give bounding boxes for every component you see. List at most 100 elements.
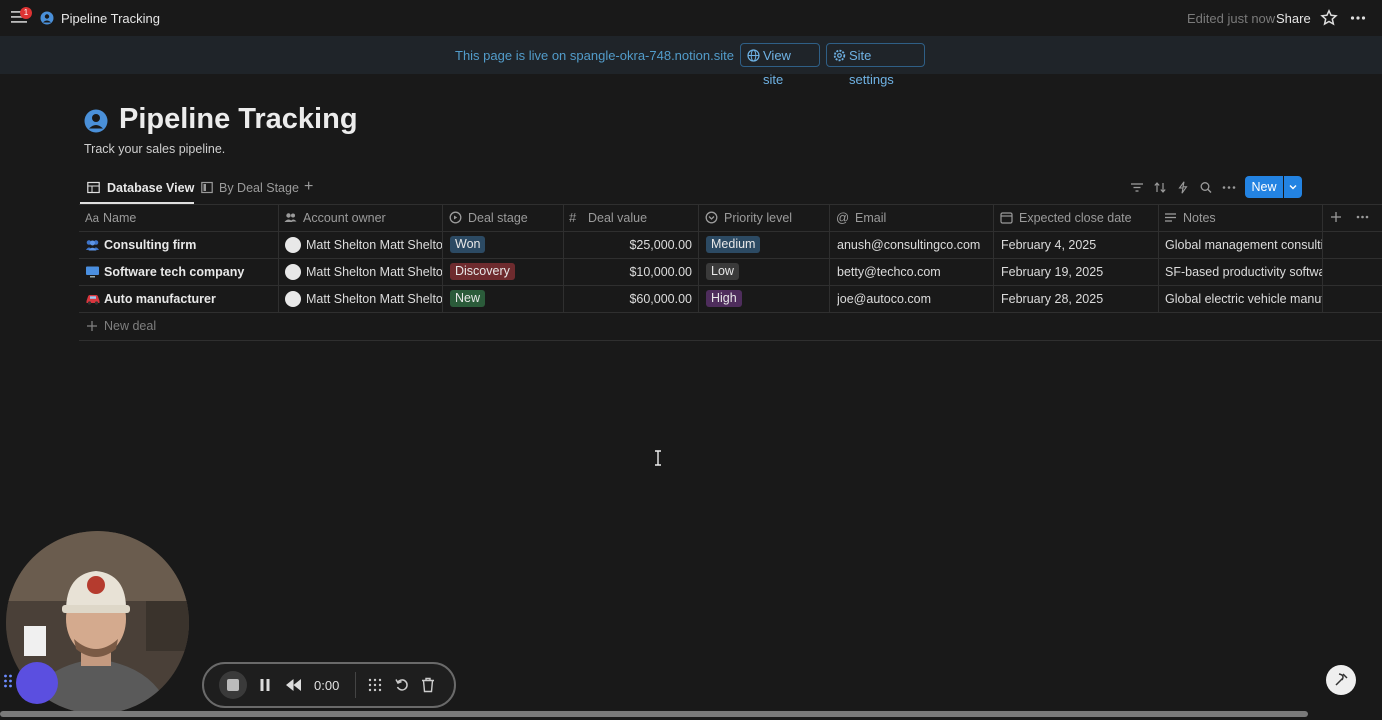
column-header-deal-value[interactable]: # Deal value	[569, 211, 647, 225]
column-divider	[698, 204, 699, 312]
account-owner[interactable]: Matt Shelton Matt Shelton	[306, 237, 442, 253]
column-header-priority-level[interactable]: Priority level	[705, 211, 792, 225]
filter-icon[interactable]	[1130, 181, 1144, 194]
deal-stage-tag[interactable]: Discovery	[450, 263, 515, 280]
number-hash-icon: #	[569, 210, 577, 225]
people-icon	[86, 240, 99, 251]
header-bottom-border	[79, 231, 1382, 232]
add-view-button[interactable]: +	[304, 178, 313, 196]
stop-button[interactable]	[219, 671, 247, 699]
share-button[interactable]: Share	[1276, 11, 1311, 26]
deal-stage-tag[interactable]: Won	[450, 236, 486, 253]
row-divider	[79, 258, 1382, 259]
page-title[interactable]: Pipeline Tracking	[119, 103, 358, 136]
help-button[interactable]	[1326, 665, 1356, 695]
deal-value[interactable]: $10,000.00	[570, 264, 692, 280]
move-grid-icon[interactable]	[368, 678, 382, 692]
at-sign-icon: @	[836, 210, 850, 225]
notes[interactable]: SF-based productivity software	[1165, 264, 1322, 280]
property-more-icon[interactable]	[1356, 212, 1369, 222]
notes[interactable]: Global electric vehicle manufacturer	[1165, 291, 1322, 307]
horizontal-scrollbar[interactable]	[0, 711, 1308, 717]
tab-by-deal-stage-label: By Deal Stage	[219, 181, 299, 195]
computer-icon	[86, 266, 99, 278]
column-header-notes[interactable]: Notes	[1164, 211, 1216, 225]
board-icon	[201, 181, 213, 194]
new-record-button[interactable]: New	[1245, 176, 1283, 198]
new-deal-label: New deal	[104, 319, 157, 333]
text-cursor-icon	[655, 450, 661, 466]
page-description[interactable]: Track your sales pipeline.	[84, 142, 225, 156]
site-live-text: This page is live on spangle-okra-748.no…	[455, 48, 734, 63]
priority-tag[interactable]: Medium	[706, 236, 761, 253]
priority-tag[interactable]: High	[706, 290, 742, 307]
table-icon	[87, 181, 100, 194]
globe-icon	[747, 49, 760, 62]
stop-icon	[227, 679, 239, 691]
status-icon	[449, 211, 462, 224]
view-site-label: View site	[763, 48, 791, 87]
column-header-deal-stage[interactable]: Deal stage	[449, 211, 528, 225]
tab-database-view-label: Database View	[107, 181, 195, 195]
tab-by-deal-stage[interactable]: By Deal Stage	[201, 180, 299, 196]
priority-tag[interactable]: Low	[706, 263, 739, 280]
email[interactable]: betty@techco.com	[837, 264, 989, 280]
trash-icon[interactable]	[421, 677, 435, 693]
site-settings-button[interactable]: Site settings	[826, 43, 925, 87]
page-icon[interactable]	[84, 109, 108, 133]
deal-value[interactable]: $25,000.00	[570, 237, 692, 253]
column-divider	[278, 204, 279, 312]
notification-badge: 1	[20, 7, 32, 19]
row-name[interactable]: Auto manufacturer	[104, 291, 274, 307]
column-divider	[993, 204, 994, 312]
add-property-icon[interactable]	[1330, 211, 1342, 223]
people-icon	[284, 213, 297, 222]
loom-logo[interactable]	[16, 662, 58, 704]
row-divider	[79, 285, 1382, 286]
email[interactable]: joe@autoco.com	[837, 291, 989, 307]
view-more-icon[interactable]	[1222, 181, 1236, 194]
row-name[interactable]: Consulting firm	[104, 237, 274, 253]
star-icon[interactable]	[1320, 9, 1338, 27]
edited-status: Edited just now	[1187, 11, 1276, 26]
gear-icon	[833, 49, 846, 62]
email[interactable]: anush@consultingco.com	[837, 237, 989, 253]
account-owner[interactable]: Matt Shelton Matt Shelton	[306, 264, 442, 280]
deal-value[interactable]: $60,000.00	[570, 291, 692, 307]
expected-close-date[interactable]: February 19, 2025	[1001, 264, 1153, 280]
new-options-dropdown[interactable]	[1284, 176, 1302, 198]
column-divider	[563, 204, 564, 312]
search-icon[interactable]	[1199, 181, 1213, 194]
rewind-icon[interactable]	[285, 678, 302, 692]
expected-close-date[interactable]: February 28, 2025	[1001, 291, 1153, 307]
pause-icon[interactable]	[258, 678, 272, 692]
car-icon	[86, 295, 100, 305]
deal-stage-tag[interactable]: New	[450, 290, 486, 307]
table-bottom-border	[79, 340, 1382, 341]
person-circle-icon	[40, 11, 54, 25]
sort-icon[interactable]	[1153, 181, 1167, 194]
row-name[interactable]: Software tech company	[104, 264, 274, 280]
automation-bolt-icon[interactable]	[1176, 181, 1190, 194]
drag-handle-icon[interactable]	[3, 673, 13, 689]
restart-icon[interactable]	[395, 678, 409, 692]
column-divider	[829, 204, 830, 312]
column-header-name[interactable]: Aa Name	[85, 211, 136, 225]
expected-close-date[interactable]: February 4, 2025	[1001, 237, 1153, 253]
column-header-account-owner[interactable]: Account owner	[284, 211, 386, 225]
account-owner[interactable]: Matt Shelton Matt Shelton	[306, 291, 442, 307]
breadcrumb[interactable]: Pipeline Tracking	[61, 11, 160, 26]
column-header-email[interactable]: @ Email	[836, 211, 886, 225]
avatar	[285, 237, 301, 253]
select-icon	[705, 211, 718, 224]
tab-database-view[interactable]: Database View	[87, 180, 194, 196]
chevron-down-icon	[1289, 185, 1297, 190]
notes[interactable]: Global management consulting	[1165, 237, 1322, 253]
column-header-expected-close-date[interactable]: Expected close date	[1000, 211, 1132, 225]
text-property-icon: Aa	[85, 213, 100, 225]
avatar	[285, 291, 301, 307]
table-top-border	[79, 204, 1382, 205]
more-options-icon[interactable]	[1350, 11, 1366, 25]
view-site-button[interactable]: View site	[740, 43, 820, 87]
new-deal-button[interactable]: New deal	[86, 319, 156, 333]
